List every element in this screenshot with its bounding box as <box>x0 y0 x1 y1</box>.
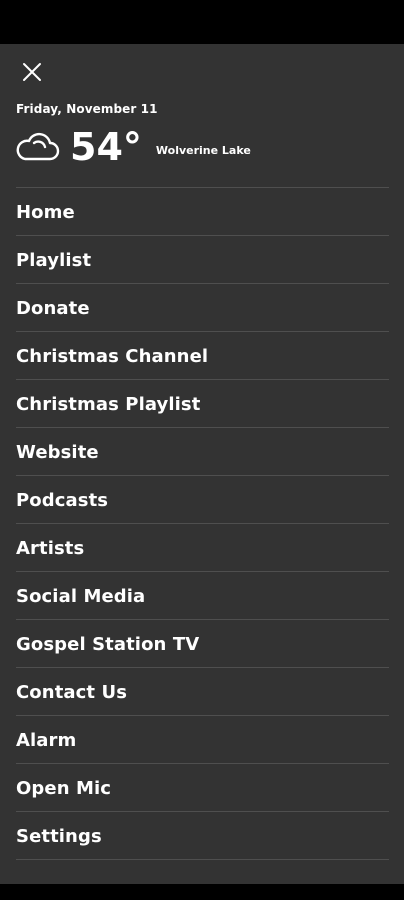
menu-item-contact-us[interactable]: Contact Us <box>16 667 389 715</box>
menu-item-social-media[interactable]: Social Media <box>16 571 389 619</box>
menu-item-christmas-playlist[interactable]: Christmas Playlist <box>16 379 389 427</box>
date-label: Friday, November 11 <box>16 102 158 116</box>
menu-item-christmas-channel[interactable]: Christmas Channel <box>16 331 389 379</box>
menu-item-donate[interactable]: Donate <box>16 283 389 331</box>
menu-item-label: Donate <box>16 298 90 319</box>
menu-item-open-mic[interactable]: Open Mic <box>16 763 389 811</box>
location-label: Wolverine Lake <box>155 143 251 157</box>
menu-item-alarm[interactable]: Alarm <box>16 715 389 763</box>
menu-item-label: Christmas Playlist <box>16 394 201 415</box>
menu-item-label: Alarm <box>16 730 77 751</box>
menu-item-label: Playlist <box>16 250 92 271</box>
close-icon[interactable] <box>22 62 42 82</box>
menu-item-label: Christmas Channel <box>16 346 209 367</box>
menu-item-label: Contact Us <box>16 682 128 703</box>
status-bar <box>0 0 404 44</box>
menu-item-partial[interactable] <box>16 859 389 884</box>
drawer-menu: Home Playlist Donate Christmas Channel C… <box>16 187 389 884</box>
menu-item-label: Social Media <box>16 586 146 607</box>
menu-item-settings[interactable]: Settings <box>16 811 389 859</box>
menu-item-playlist[interactable]: Playlist <box>16 235 389 283</box>
temperature: 54° <box>70 125 142 169</box>
menu-item-podcasts[interactable]: Podcasts <box>16 475 389 523</box>
navigation-drawer: Friday, November 11 54° Wolverine Lake H… <box>0 44 404 884</box>
menu-item-label: Gospel Station TV <box>16 634 200 655</box>
menu-item-label: Podcasts <box>16 490 109 511</box>
menu-item-home[interactable]: Home <box>16 187 389 235</box>
close-button[interactable] <box>16 58 48 86</box>
cloud-icon <box>16 132 60 161</box>
weather-widget: 54° Wolverine Lake <box>14 124 251 170</box>
menu-item-label: Settings <box>16 826 102 847</box>
menu-item-label: Home <box>16 202 75 223</box>
menu-item-artists[interactable]: Artists <box>16 523 389 571</box>
system-nav-bar <box>0 884 404 900</box>
menu-item-website[interactable]: Website <box>16 427 389 475</box>
menu-item-label: Artists <box>16 538 85 559</box>
menu-item-gospel-station-tv[interactable]: Gospel Station TV <box>16 619 389 667</box>
menu-item-label: Open Mic <box>16 778 112 799</box>
menu-item-label: Website <box>16 442 99 463</box>
